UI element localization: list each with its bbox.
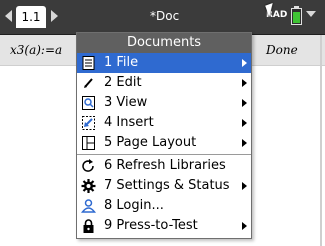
gear-icon: [81, 179, 96, 193]
menu-item-login[interactable]: 8 Login...: [77, 196, 251, 216]
tab-1-1[interactable]: 1.1: [16, 6, 46, 28]
lock-icon: [81, 219, 96, 233]
menu-item-refresh-libraries[interactable]: 6 Refresh Libraries: [77, 156, 251, 176]
page-scroll-edge: [320, 35, 322, 246]
documents-menu: Documents 1 File 2 Edit 3 View 4 Insert …: [76, 32, 252, 239]
menu-title: Documents: [77, 33, 251, 53]
menu-item-label: 8 Login...: [104, 198, 164, 213]
menu-item-press-to-test[interactable]: 9 Press-to-Test: [77, 216, 251, 236]
insert-icon: [81, 116, 96, 130]
page-layout-icon: [81, 136, 96, 150]
submenu-arrow-icon: [242, 222, 247, 230]
menu-item-label: 4 Insert: [104, 115, 154, 130]
refresh-icon: [81, 159, 96, 173]
menu-item-file[interactable]: 1 File: [77, 53, 251, 73]
file-icon: [81, 56, 96, 70]
menu-item-page-layout[interactable]: 5 Page Layout: [77, 133, 251, 153]
menu-item-label: 5 Page Layout: [104, 135, 197, 150]
menu-item-settings-status[interactable]: 7 Settings & Status: [77, 176, 251, 196]
submenu-arrow-icon: [242, 119, 247, 127]
menu-item-edit[interactable]: 2 Edit: [77, 73, 251, 93]
menu-item-insert[interactable]: 4 Insert: [77, 113, 251, 133]
view-icon: [81, 96, 96, 110]
battery-icon: [291, 6, 302, 25]
tab-bar: 1.1 *Doc RAD: [0, 0, 325, 35]
menu-item-label: 3 View: [104, 95, 148, 110]
tab-next-arrow-icon[interactable]: [51, 10, 58, 22]
submenu-arrow-icon: [242, 99, 247, 107]
tab-prev-arrow-icon[interactable]: [5, 10, 12, 22]
document-title: *Doc: [150, 9, 180, 23]
menu-item-label: 7 Settings & Status: [104, 178, 230, 193]
menu-item-label: 2 Edit: [104, 75, 142, 90]
menu-item-label: 9 Press-to-Test: [104, 218, 198, 233]
tab-menu-chevron-icon[interactable]: [306, 11, 316, 17]
menu-divider: [77, 154, 251, 155]
calculator-result: Done: [266, 43, 298, 57]
submenu-arrow-icon: [242, 59, 247, 67]
user-icon: [80, 199, 97, 213]
menu-item-label: 6 Refresh Libraries: [104, 158, 226, 173]
menu-item-view[interactable]: 3 View: [77, 93, 251, 113]
submenu-arrow-icon: [242, 139, 247, 147]
submenu-arrow-icon: [242, 79, 247, 87]
submenu-arrow-icon: [242, 182, 247, 190]
calculator-expression: x3(a):=a: [10, 43, 63, 57]
menu-item-label: 1 File: [104, 55, 139, 70]
pencil-icon: [81, 76, 96, 90]
